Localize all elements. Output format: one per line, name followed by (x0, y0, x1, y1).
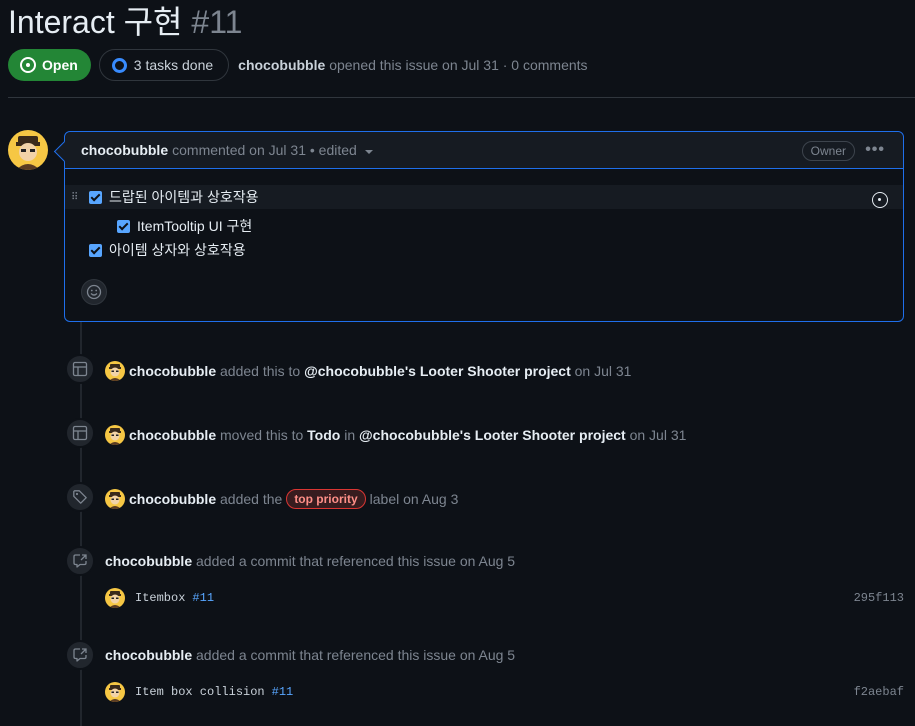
cross-reference-badge (65, 640, 95, 670)
timeline-event: chocobubble added a commit that referenc… (0, 640, 915, 672)
kebab-menu-icon[interactable]: ••• (865, 141, 885, 159)
event-verb: added this to (220, 363, 301, 379)
timeline-event-body: chocobubble added a commit that referenc… (105, 647, 515, 663)
timeline-event: chocobubble added this to @chocobubble's… (0, 354, 915, 386)
avatar[interactable] (105, 682, 125, 702)
drag-handle-icon[interactable]: ⠿ (71, 193, 79, 208)
event-verb: added a commit that referenced this issu… (196, 553, 516, 569)
issue-comment: chocobubble commented on Jul 31 • edited… (64, 131, 904, 322)
owner-badge: Owner (801, 141, 855, 161)
progress-circle-icon (111, 57, 127, 73)
event-date: on Jul 31 (629, 427, 687, 443)
event-tail: label on Aug 3 (369, 491, 459, 507)
commit-sha[interactable]: 295f113 (854, 591, 904, 605)
comment-author-link[interactable]: chocobubble (81, 142, 168, 158)
task-item[interactable]: ⠿ 드랍된 아이템과 상호작용 (65, 185, 903, 209)
event-verb: added a commit that referenced this issu… (196, 647, 516, 663)
issue-opened-detail: opened this issue on Jul 31 · 0 comments (329, 57, 588, 73)
timeline-event-body: chocobubble added the top priority label… (105, 489, 458, 509)
timeline-event-body: chocobubble added this to @chocobubble's… (105, 361, 631, 381)
avatar[interactable] (8, 130, 48, 170)
commit-row: Itembox #11 295f113 (105, 588, 904, 608)
project-event-badge (65, 418, 95, 448)
task-item[interactable]: 아이템 상자와 상호작용 (89, 240, 246, 260)
timeline-event: chocobubble added a commit that referenc… (0, 546, 915, 578)
issue-title-text: Interact 구현 (8, 4, 183, 40)
cross-reference-icon (73, 648, 87, 662)
tag-icon (73, 490, 87, 504)
commit-sha[interactable]: f2aebaf (854, 685, 904, 699)
commit-row: Item box collision #11 f2aebaf (105, 682, 904, 702)
avatar[interactable] (105, 588, 125, 608)
project-table-icon (72, 425, 88, 441)
add-reaction-button[interactable] (81, 279, 107, 305)
avatar[interactable] (105, 425, 125, 445)
event-user-link[interactable]: chocobubble (129, 427, 216, 443)
task-checkbox[interactable] (89, 243, 102, 257)
task-checkbox[interactable] (117, 219, 130, 233)
task-label: ItemTooltip UI 구현 (137, 218, 253, 234)
comment-meta: commented on Jul 31 • edited (172, 142, 357, 158)
convert-to-issue-icon[interactable] (872, 192, 888, 208)
issue-meta-row: Open 3 tasks done chocobubble opened thi… (8, 49, 588, 81)
timeline-event: chocobubble moved this to Todo in @choco… (0, 418, 915, 450)
event-user-link[interactable]: chocobubble (129, 491, 216, 507)
task-label: 아이템 상자와 상호작용 (109, 242, 246, 258)
issue-state-badge: Open (8, 49, 91, 81)
tasks-progress-label: 3 tasks done (133, 57, 214, 73)
project-link[interactable]: @chocobubble's Looter Shooter project (304, 363, 571, 379)
avatar[interactable] (105, 361, 125, 381)
issue-title: Interact 구현 #11 (8, 2, 242, 42)
tasks-progress-badge[interactable]: 3 tasks done (98, 49, 230, 81)
smiley-icon (86, 284, 102, 300)
comment-header: chocobubble commented on Jul 31 • edited… (65, 132, 903, 169)
issue-author-link[interactable]: chocobubble (238, 57, 325, 73)
task-item[interactable]: ItemTooltip UI 구현 (117, 216, 252, 236)
issue-ref-link[interactable]: #11 (192, 591, 214, 605)
event-user-link[interactable]: chocobubble (105, 647, 192, 663)
event-user-link[interactable]: chocobubble (105, 553, 192, 569)
avatar[interactable] (105, 489, 125, 509)
task-checkbox[interactable] (89, 190, 102, 204)
event-user-link[interactable]: chocobubble (129, 363, 216, 379)
issue-ref-link[interactable]: #11 (272, 685, 294, 699)
timeline-event-body: chocobubble added a commit that referenc… (105, 553, 515, 569)
label-event-badge (65, 482, 95, 512)
issue-opened-text: chocobubble opened this issue on Jul 31 … (238, 57, 587, 73)
project-column: Todo (307, 427, 341, 443)
task-label: 드랍된 아이템과 상호작용 (109, 189, 259, 205)
chevron-down-icon[interactable] (364, 150, 373, 154)
timeline-event-body: chocobubble moved this to Todo in @choco… (105, 425, 686, 445)
cross-reference-badge (65, 546, 95, 576)
commit-message[interactable]: Itembox (135, 591, 185, 605)
project-table-icon (72, 361, 88, 377)
timeline-event: chocobubble added the top priority label… (0, 482, 915, 514)
issue-state-label: Open (42, 57, 78, 73)
project-link[interactable]: @chocobubble's Looter Shooter project (359, 427, 626, 443)
header-divider (8, 97, 915, 98)
issue-number: #11 (191, 4, 243, 40)
event-verb: moved this to (220, 427, 304, 443)
issue-opened-icon (20, 57, 36, 73)
project-event-badge (65, 354, 95, 384)
label-badge[interactable]: top priority (286, 489, 366, 509)
event-verb: added the (220, 491, 283, 507)
event-date: on Jul 31 (574, 363, 632, 379)
commit-message[interactable]: Item box collision (135, 685, 265, 699)
event-in-word: in (344, 427, 356, 443)
cross-reference-icon (73, 554, 87, 568)
